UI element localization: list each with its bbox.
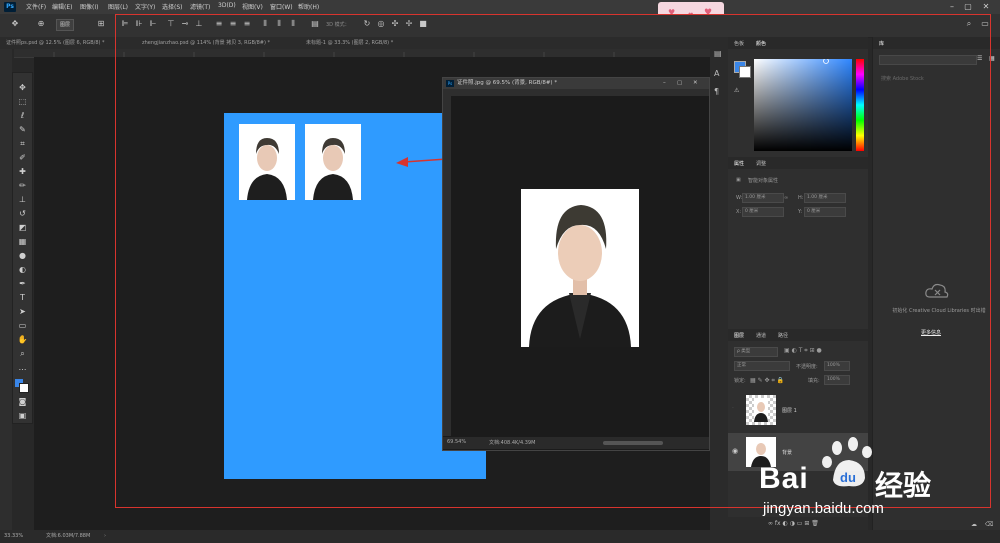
document-info: 文档:6.03M/7.88M (46, 533, 91, 539)
watermark-cn: 经验 (875, 469, 932, 502)
menu-filter[interactable]: 滤镜(T) (190, 2, 210, 11)
menu-image[interactable]: 图像(I) (80, 2, 98, 11)
close-window-button[interactable]: ✕ (980, 1, 992, 12)
menu-help[interactable]: 帮助(H) (298, 2, 319, 11)
auto-select-icon[interactable]: ⊕ (36, 19, 46, 29)
marquee-tool-icon[interactable]: ⬚ (17, 97, 28, 107)
move-tool-icon[interactable]: ✥ (10, 19, 20, 29)
healing-brush-icon[interactable]: ✚ (17, 167, 28, 177)
menu-file[interactable]: 文件(F) (26, 2, 46, 11)
zoom-level[interactable]: 33.33% (4, 530, 23, 543)
menu-type[interactable]: 文字(Y) (135, 2, 155, 11)
layer-select-dropdown[interactable]: 图层 (56, 19, 75, 31)
baidu-watermark: du Bai 经验 jingyan.baidu.com (745, 432, 1000, 532)
photoshop-logo-icon: Ps (4, 2, 16, 12)
screen-mode-icon[interactable]: ▣ (17, 411, 28, 421)
clone-stamp-icon[interactable]: ⊥ (17, 195, 28, 205)
shape-tool-icon[interactable]: ▭ (17, 321, 28, 331)
menu-window[interactable]: 窗口(W) (270, 2, 293, 11)
eraser-tool-icon[interactable]: ◩ (17, 223, 28, 233)
menu-layer[interactable]: 图层(L) (108, 2, 128, 11)
path-select-icon[interactable]: ➤ (17, 307, 28, 317)
maximize-button[interactable]: ▢ (962, 1, 974, 12)
dodge-tool-icon[interactable]: ◐ (17, 265, 28, 275)
zoom-tool-icon[interactable]: ⌕ (17, 349, 28, 359)
pen-tool-icon[interactable]: ✒ (17, 279, 28, 289)
hand-tool-icon[interactable]: ✋ (17, 335, 28, 345)
type-tool-icon[interactable]: T (17, 293, 28, 303)
menu-bar: Ps 文件(F) 编辑(E) 图像(I) 图层(L) 文字(Y) 选择(S) 滤… (0, 0, 1000, 22)
crop-tool-icon[interactable]: ⌗ (17, 139, 28, 149)
vertical-ruler (0, 49, 12, 530)
menu-edit[interactable]: 编辑(E) (52, 2, 72, 11)
quick-mask-icon[interactable]: ◙ (17, 397, 28, 407)
blur-tool-icon[interactable]: ● (17, 251, 28, 261)
tools-panel: ✥ ⬚ ℓ ✎ ⌗ ✐ ✚ ✏ ⊥ ↺ ◩ ▦ ● ◐ ✒ T ➤ ▭ ✋ ⌕ … (12, 72, 33, 424)
brush-tool-icon[interactable]: ✏ (17, 181, 28, 191)
background-color-swatch[interactable] (19, 383, 29, 393)
gradient-tool-icon[interactable]: ▦ (17, 237, 28, 247)
paw-du-text: du (840, 470, 856, 485)
move-tool-icon[interactable]: ✥ (17, 83, 28, 93)
more-tools-icon[interactable]: … (17, 363, 28, 373)
minimize-button[interactable]: – (946, 1, 958, 12)
eyedropper-tool-icon[interactable]: ✐ (17, 153, 28, 163)
tab-document-1[interactable]: 证件照ps.psd @ 12.5% (图层 6, RGB/8) * (6, 39, 105, 48)
watermark-url: jingyan.baidu.com (763, 500, 884, 517)
watermark-brand: Bai (759, 462, 809, 495)
menu-select[interactable]: 选择(S) (162, 2, 183, 11)
lasso-tool-icon[interactable]: ℓ (17, 111, 28, 121)
transform-controls-icon[interactable]: ⊞ (96, 19, 106, 29)
menu-view[interactable]: 视图(V) (242, 2, 263, 11)
status-arrow-icon[interactable]: › (104, 530, 106, 543)
quick-select-tool-icon[interactable]: ✎ (17, 125, 28, 135)
menu-3d[interactable]: 3D(D) (218, 2, 236, 9)
history-brush-icon[interactable]: ↺ (17, 209, 28, 219)
